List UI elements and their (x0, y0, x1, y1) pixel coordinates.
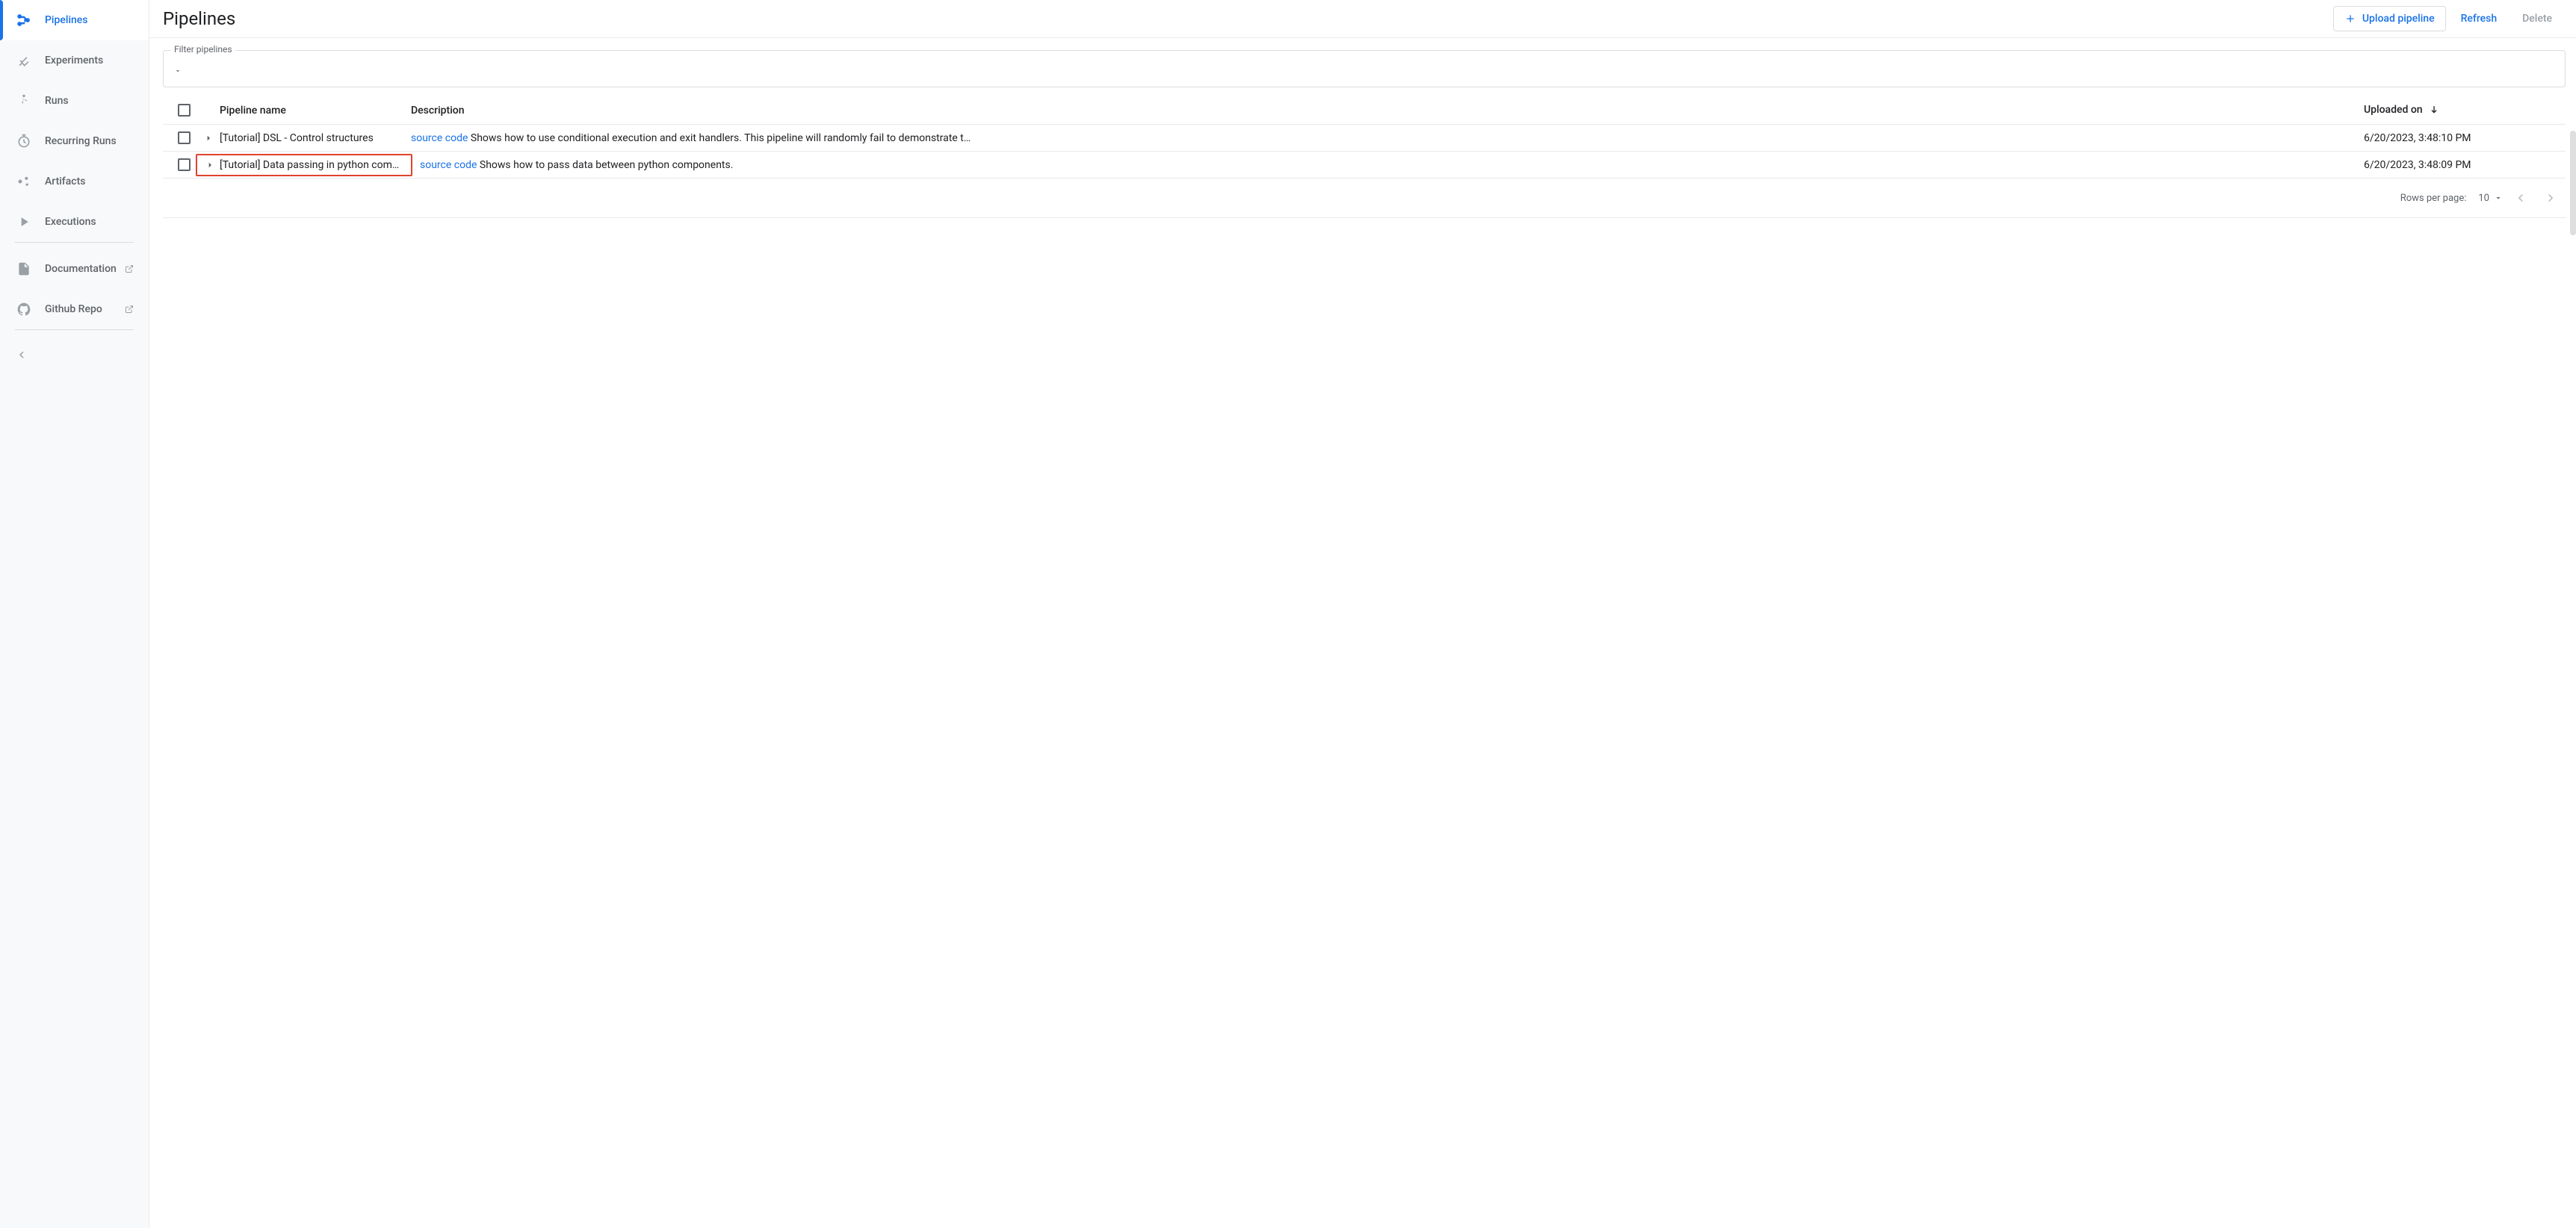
chevron-down-icon (2494, 193, 2503, 202)
column-header-name[interactable]: Pipeline name (220, 105, 411, 117)
description-text: Shows how to pass data between python co… (477, 159, 733, 171)
scrollbar[interactable] (2570, 131, 2576, 235)
filter-dropdown-icon (174, 67, 182, 75)
nav-divider (15, 329, 134, 330)
pipeline-uploaded-cell: 6/20/2023, 3:48:10 PM (2364, 132, 2558, 144)
pipeline-name-cell[interactable]: [Tutorial] Data passing in python comp… (220, 159, 411, 171)
expand-row-icon[interactable] (204, 159, 216, 171)
artifacts-icon (15, 173, 33, 190)
refresh-button[interactable]: Refresh (2450, 7, 2508, 31)
sidebar-item-pipelines[interactable]: Pipelines (0, 0, 149, 40)
filter-legend: Filter pipelines (171, 44, 235, 55)
documentation-icon (15, 260, 33, 278)
sidebar-item-github[interactable]: Github Repo (0, 289, 149, 329)
column-header-uploaded[interactable]: Uploaded on (2364, 104, 2558, 116)
upload-pipeline-label: Upload pipeline (2362, 13, 2435, 25)
nav-divider (15, 242, 134, 243)
header-actions: Upload pipeline Refresh Delete (2333, 6, 2563, 31)
content: Filter pipelines Pipeline name Descripti… (149, 38, 2576, 1228)
sidebar-item-recurring-runs[interactable]: Recurring Runs (0, 121, 149, 161)
sidebar-label: Experiments (45, 55, 134, 66)
column-label: Pipeline name (220, 105, 286, 117)
sort-descending-icon (2428, 105, 2440, 117)
rows-per-page-label: Rows per page: (2400, 193, 2467, 204)
sidebar-label: Documentation (45, 263, 120, 275)
refresh-label: Refresh (2461, 13, 2498, 25)
sidebar-item-executions[interactable]: Executions (0, 202, 149, 242)
experiments-icon (15, 52, 33, 69)
row-checkbox[interactable] (178, 158, 191, 171)
sidebar: Pipelines Experiments Runs Recurring Run… (0, 0, 149, 1228)
delete-button[interactable]: Delete (2512, 7, 2563, 31)
row-checkbox[interactable] (178, 131, 191, 144)
highlight-annotation: [Tutorial] Data passing in python comp… (196, 154, 412, 176)
column-header-description: Description (411, 105, 2364, 117)
select-all-checkbox[interactable] (178, 104, 191, 117)
sidebar-label: Github Repo (45, 303, 120, 315)
header: Pipelines Upload pipeline Refresh Delete (149, 0, 2576, 38)
filter-pipelines-input[interactable]: Filter pipelines (163, 50, 2566, 87)
nav-secondary: Documentation Github Repo (0, 249, 149, 329)
table-header: Pipeline name Description Uploaded on (163, 96, 2566, 125)
delete-label: Delete (2522, 13, 2552, 25)
pipeline-uploaded-cell: 6/20/2023, 3:48:09 PM (2364, 159, 2558, 171)
page-title: Pipelines (163, 8, 235, 29)
page-size-value: 10 (2478, 193, 2489, 204)
expand-row-icon[interactable] (202, 132, 214, 144)
sidebar-label: Executions (45, 216, 134, 228)
source-code-link[interactable]: source code (420, 159, 477, 171)
pipelines-icon (15, 11, 33, 29)
sidebar-label: Runs (45, 95, 134, 107)
plus-icon (2344, 13, 2356, 25)
collapse-sidebar-button[interactable] (0, 336, 149, 373)
external-link-icon (125, 264, 134, 273)
row-expand-cell (197, 132, 220, 144)
row-expand-cell (200, 159, 220, 171)
recurring-runs-icon (15, 132, 33, 150)
next-page-button[interactable] (2539, 186, 2563, 210)
upload-pipeline-button[interactable]: Upload pipeline (2333, 6, 2446, 31)
sidebar-item-experiments[interactable]: Experiments (0, 40, 149, 81)
sidebar-item-documentation[interactable]: Documentation (0, 249, 149, 289)
sidebar-label: Artifacts (45, 176, 134, 187)
prev-page-button[interactable] (2509, 186, 2533, 210)
runs-icon (15, 92, 33, 110)
nav-primary: Pipelines Experiments Runs Recurring Run… (0, 0, 149, 242)
pipeline-description-cell: source code Shows how to pass data betwe… (412, 159, 2364, 171)
sidebar-item-runs[interactable]: Runs (0, 81, 149, 121)
source-code-link[interactable]: source code (411, 132, 468, 144)
sidebar-label: Pipelines (45, 14, 134, 26)
external-link-icon (125, 305, 134, 314)
pipeline-name-cell[interactable]: [Tutorial] DSL - Control structures (220, 132, 411, 144)
table-row[interactable]: [Tutorial] Data passing in python comp… … (163, 152, 2566, 179)
table-row[interactable]: [Tutorial] DSL - Control structures sour… (163, 125, 2566, 152)
page-size-select[interactable]: 10 (2478, 193, 2503, 204)
pipeline-description-cell: source code Shows how to use conditional… (411, 132, 2364, 144)
sidebar-label: Recurring Runs (45, 135, 134, 147)
description-text: Shows how to use conditional execution a… (468, 132, 970, 144)
column-label: Uploaded on (2364, 104, 2423, 116)
pipelines-table: Pipeline name Description Uploaded on (163, 96, 2566, 218)
column-label: Description (411, 105, 465, 117)
select-all-cell (170, 104, 197, 117)
github-icon (15, 300, 33, 318)
row-select-cell (170, 158, 197, 171)
row-select-cell (170, 131, 197, 144)
executions-icon (15, 213, 33, 231)
pagination: Rows per page: 10 (163, 179, 2566, 218)
sidebar-item-artifacts[interactable]: Artifacts (0, 161, 149, 202)
main: Pipelines Upload pipeline Refresh Delete… (149, 0, 2576, 1228)
